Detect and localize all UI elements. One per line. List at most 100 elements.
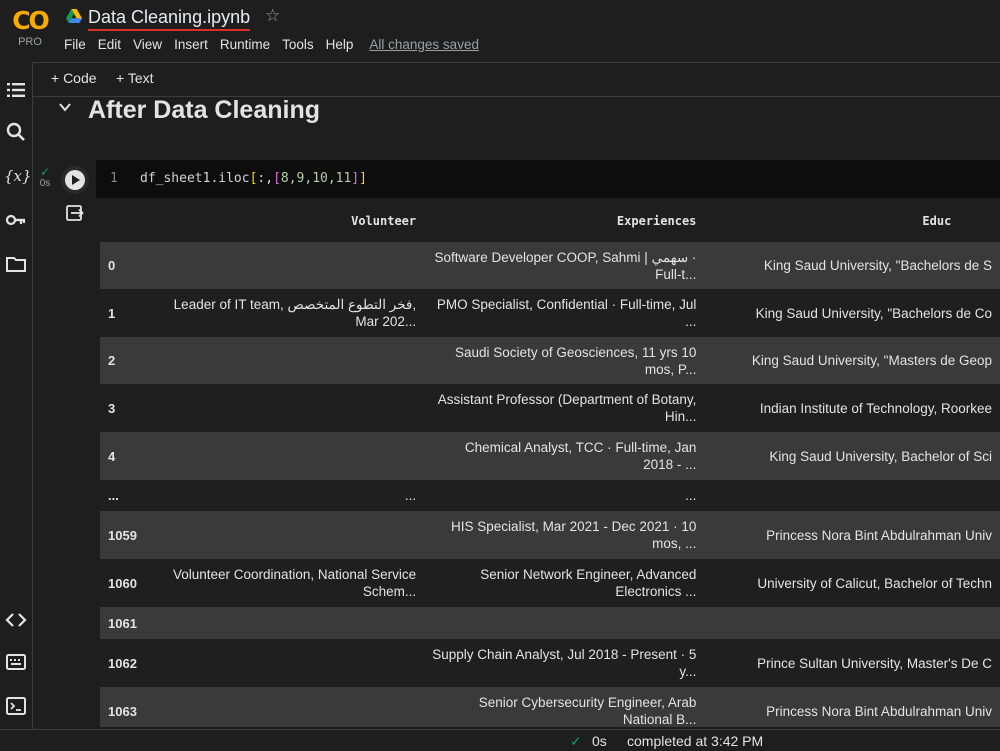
google-drive-icon[interactable] [66, 9, 82, 24]
dataframe-table: Volunteer Experiences Educ 0 Software De… [100, 200, 1000, 727]
notebook-toolbar: + Code + Text [33, 62, 1000, 97]
row-index: 3 [108, 400, 116, 416]
cell-volunteer [150, 687, 425, 727]
menu-file[interactable]: File [64, 37, 86, 52]
cell-volunteer [150, 511, 425, 559]
command-palette-icon[interactable] [4, 650, 28, 674]
add-code-button[interactable]: + Code [51, 70, 97, 86]
table-header-row: Volunteer Experiences Educ [100, 200, 1000, 242]
row-index: 1059 [108, 527, 137, 543]
cell-volunteer: Leader of IT team, فخر التطوع المتخصص, M… [173, 297, 417, 329]
table-row: 1059 HIS Specialist, Mar 2021 - Dec 2021… [100, 511, 1000, 559]
cell-exec-time: 0s [39, 178, 51, 189]
terminal-icon[interactable] [4, 694, 28, 718]
search-icon[interactable] [4, 120, 28, 144]
row-index: ... [108, 488, 119, 503]
files-folder-icon[interactable] [4, 252, 28, 276]
code-line: df_sheet1.iloc[:,[8,9,10,11]] [140, 171, 367, 186]
secrets-key-icon[interactable] [4, 208, 28, 232]
menubar: File Edit View Insert Runtime Tools Help… [64, 37, 491, 52]
cell-experiences: Saudi Society of Geosciences, 11 yrs 10 … [455, 344, 697, 377]
menu-edit[interactable]: Edit [98, 37, 121, 52]
cell-experiences: ... [685, 488, 697, 503]
collapse-chevron-icon[interactable] [58, 100, 72, 119]
cell-volunteer [150, 384, 425, 432]
column-header-experiences: Experiences [616, 214, 697, 228]
table-row: 4 Chemical Analyst, TCC · Full-time, Jan… [100, 432, 1000, 480]
table-row-ellipsis: ... ... ... [100, 480, 1000, 511]
cell-education: King Saud University, "Masters de Geop [751, 353, 992, 368]
table-row: 2 Saudi Society of Geosciences, 11 yrs 1… [100, 337, 1000, 384]
cell-education [704, 607, 1000, 639]
cell-education: King Saud University, "Bachelors de S [763, 258, 992, 273]
cell-volunteer [150, 639, 425, 687]
table-row: 1062 Supply Chain Analyst, Jul 2018 - Pr… [100, 639, 1000, 687]
cell-education: King Saud University, "Bachelors de Co [755, 305, 992, 321]
row-index: 4 [108, 448, 116, 464]
table-row: 1060 Volunteer Coordination, National Se… [100, 559, 1000, 607]
output-dataframe: Volunteer Experiences Educ 0 Software De… [100, 200, 1000, 727]
code-editor[interactable]: 1 df_sheet1.iloc[:,[8,9,10,11]] [96, 160, 1000, 198]
menu-runtime[interactable]: Runtime [220, 37, 270, 52]
colab-logo[interactable]: CO PRO [10, 6, 50, 56]
cell-education: Indian Institute of Technology, Roorkee [759, 400, 992, 416]
table-row: 1063 Senior Cybersecurity Engineer, Arab… [100, 687, 1000, 727]
left-sidebar: {x} [0, 62, 33, 730]
output-actions-icon[interactable] [66, 205, 84, 221]
cell-volunteer: ... [404, 488, 417, 503]
row-index: 0 [108, 258, 116, 273]
section-heading: After Data Cleaning [88, 96, 320, 124]
add-text-button[interactable]: + Text [116, 70, 154, 86]
header: CO PRO Data Cleaning.ipynb ☆ File Edit V… [0, 0, 1000, 63]
cell-volunteer [150, 432, 425, 480]
column-header-volunteer: Volunteer [351, 214, 417, 228]
save-status-link[interactable]: All changes saved [369, 37, 479, 52]
cell-experiences: Senior Network Engineer, Advanced Electr… [480, 567, 697, 599]
check-icon: ✓ [570, 733, 582, 749]
cell-experiences: Software Developer COOP, Sahmi | سهمي · … [434, 249, 697, 282]
cell-education: King Saud University, Bachelor of Sci [769, 448, 992, 464]
execution-status-text[interactable]: completed at 3:42 PM [627, 733, 763, 749]
cell-experiences: Assistant Professor (Department of Botan… [437, 392, 697, 424]
column-header-education: Educ [922, 214, 952, 228]
notebook-title[interactable]: Data Cleaning.ipynb [88, 5, 251, 31]
column-header-index [100, 200, 150, 242]
cell-education: Princess Nora Bint Abdulrahman Univ [766, 527, 992, 543]
code-snippets-icon[interactable] [4, 608, 28, 632]
cell-education: University of Calicut, Bachelor of Techn [757, 575, 992, 591]
cell-experiences: Senior Cybersecurity Engineer, Arab Nati… [478, 695, 697, 727]
cell-volunteer: Volunteer Coordination, National Service… [172, 567, 417, 599]
cell-education: Prince Sultan University, Master's De C [757, 655, 992, 671]
cell-experiences: PMO Specialist, Confidential · Full-time… [436, 297, 697, 329]
run-cell-button[interactable] [61, 166, 89, 194]
check-icon: ✓ [39, 165, 51, 179]
row-index: 1061 [108, 615, 137, 631]
execution-duration: 0s [592, 733, 607, 749]
cell-volunteer [150, 337, 425, 384]
cell-experiences: HIS Specialist, Mar 2021 - Dec 2021 · 10… [451, 519, 697, 551]
cell-volunteer [150, 242, 425, 289]
status-bar: ✓ 0s completed at 3:42 PM [0, 729, 1000, 751]
cell-volunteer [150, 607, 425, 639]
logo-text: CO [12, 6, 50, 35]
menu-insert[interactable]: Insert [174, 37, 208, 52]
cell-execution-status: ✓ 0s [37, 166, 53, 189]
row-index: 1060 [108, 575, 137, 591]
menu-tools[interactable]: Tools [282, 37, 314, 52]
menu-help[interactable]: Help [326, 37, 354, 52]
variables-icon[interactable]: {x} [4, 164, 32, 188]
table-row: 1061 [100, 607, 1000, 639]
pro-badge: PRO [18, 36, 42, 48]
row-index: 1 [108, 305, 116, 321]
table-row: 0 Software Developer COOP, Sahmi | سهمي … [100, 242, 1000, 289]
row-index: 2 [108, 353, 116, 368]
row-index: 1062 [108, 655, 137, 671]
menu-view[interactable]: View [133, 37, 162, 52]
cell-experiences [424, 607, 704, 639]
toc-icon[interactable] [4, 78, 28, 102]
star-icon[interactable]: ☆ [265, 6, 280, 26]
table-row: 1 Leader of IT team, فخر التطوع المتخصص,… [100, 289, 1000, 337]
cell-education [704, 480, 1000, 511]
table-row: 3 Assistant Professor (Department of Bot… [100, 384, 1000, 432]
row-index: 1063 [108, 703, 137, 719]
